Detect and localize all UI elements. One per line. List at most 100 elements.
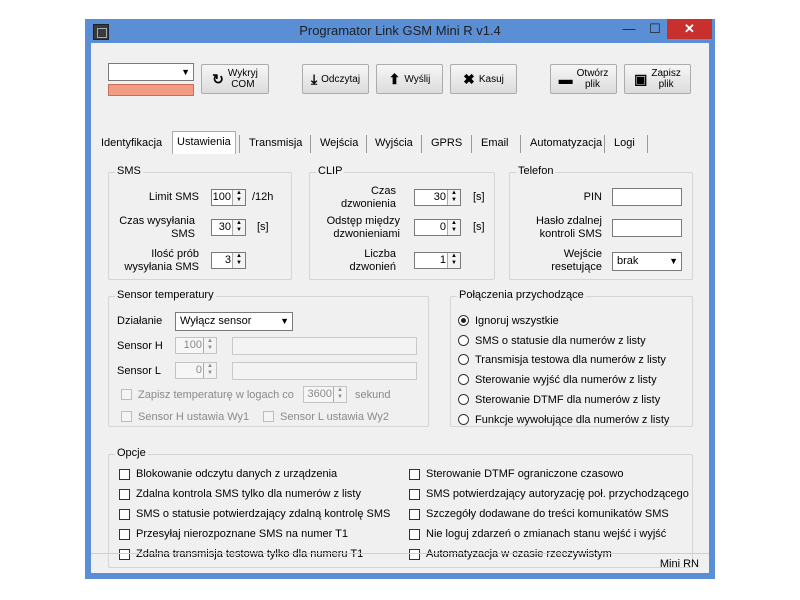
ring-time-spinner[interactable]: 30 ▲ ▼ (414, 189, 461, 206)
radio-status-sms-label: SMS o statusie dla numerów z listy (475, 335, 646, 347)
tab-separator (239, 135, 240, 153)
open-file-button[interactable]: ▬ Otwórz plik (550, 64, 617, 94)
spinner-arrows-icon[interactable]: ▲ ▼ (232, 220, 245, 235)
spinner-arrows-icon[interactable]: ▲ ▼ (203, 363, 216, 378)
sms-group: SMS Limit SMS 100 ▲ ▼ /12h Czas wysyłania… (108, 165, 292, 280)
com-status-indicator (108, 84, 194, 96)
radio-status-sms[interactable] (458, 335, 469, 346)
sensor-h-wy1-checkbox[interactable] (121, 411, 132, 422)
reset-input-select[interactable]: brak ▼ (612, 252, 682, 271)
tab-ustawienia[interactable]: Ustawienia (172, 131, 236, 154)
app-window: Programator Link GSM Mini R v1.4 — ☐ ✕ ▼… (85, 19, 715, 579)
ring-gap-label: Odstęp między dzwonieniami (326, 215, 400, 240)
ring-time-label: Czas dzwonienia (340, 185, 396, 210)
tab-transmisja[interactable]: Transmisja (245, 133, 306, 153)
radio-calling-functions[interactable] (458, 414, 469, 425)
options-title: Opcje (115, 447, 148, 459)
sensor-h-value: 100 (183, 339, 202, 351)
log-temperature-label: Zapisz temperaturę w logach co (138, 389, 294, 401)
ring-gap-unit: [s] (473, 221, 485, 233)
sensor-action-value: Wyłącz sensor (180, 315, 252, 327)
radio-dtmf-control[interactable] (458, 394, 469, 405)
sensor-action-select[interactable]: Wyłącz sensor ▼ (175, 312, 293, 331)
ring-time-unit: [s] (473, 191, 485, 203)
read-button[interactable]: ⤓ Odczytaj (302, 64, 369, 94)
tab-wejscia[interactable]: Wejścia (316, 133, 362, 153)
spinner-arrows-icon[interactable]: ▲ ▼ (447, 190, 460, 205)
refresh-icon: ↻ (212, 70, 224, 87)
option-checkbox[interactable] (409, 469, 420, 480)
tab-automatyzacja[interactable]: Automatyzacja (526, 133, 606, 153)
clip-group: CLIP Czas dzwonienia 30 ▲ ▼ [s] Odstęp mi… (309, 165, 495, 280)
save-file-button[interactable]: ▣ Zapisz plik (624, 64, 691, 94)
tab-wyjscia[interactable]: Wyjścia (371, 133, 417, 153)
maximize-button[interactable]: ☐ (642, 19, 668, 39)
sensor-l-wy2-checkbox[interactable] (263, 411, 274, 422)
ring-count-spinner[interactable]: 1 ▲ ▼ (414, 252, 461, 269)
log-temperature-checkbox[interactable] (121, 389, 132, 400)
ring-gap-spinner[interactable]: 0 ▲ ▼ (414, 219, 461, 236)
tries-spinner[interactable]: 3 ▲ ▼ (211, 252, 246, 269)
radio-ignore-all[interactable] (458, 315, 469, 326)
limit-sms-spinner[interactable]: 100 ▲ ▼ (211, 189, 246, 206)
temperature-sensor-title: Sensor temperatury (115, 289, 216, 301)
client-area: ▼ ↻ Wykryj COM ⤓ Odczytaj ⬆ Wyślij ✖ Kas… (91, 43, 709, 573)
spinner-arrows-icon[interactable]: ▲ ▼ (447, 220, 460, 235)
spinner-arrows-icon[interactable]: ▲ ▼ (203, 338, 216, 353)
sensor-h-spinner[interactable]: 100 ▲ ▼ (175, 337, 217, 354)
pin-input[interactable] (612, 188, 682, 206)
tab-separator (421, 135, 422, 153)
send-button[interactable]: ⬆ Wyślij (376, 64, 443, 94)
sensor-h-wy1-label: Sensor H ustawia Wy1 (138, 411, 250, 423)
delete-button[interactable]: ✖ Kasuj (450, 64, 517, 94)
option-checkbox[interactable] (409, 489, 420, 500)
sensor-h-text[interactable] (232, 337, 417, 355)
detect-com-label: Wykryj COM (227, 68, 258, 90)
save-file-label: Zapisz plik (651, 68, 681, 90)
spinner-arrows-icon[interactable]: ▲ ▼ (333, 387, 346, 402)
action-label: Działanie (117, 315, 163, 327)
tab-separator (647, 135, 648, 153)
tab-gprs[interactable]: GPRS (427, 133, 466, 153)
sensor-l-text[interactable] (232, 362, 417, 380)
ring-count-value: 1 (439, 254, 446, 266)
log-interval-value: 3600 (307, 388, 332, 400)
option-label: Sterowanie DTMF ograniczone czasowo (426, 468, 624, 480)
read-label: Odczytaj (321, 73, 361, 85)
radio-test-transmission[interactable] (458, 354, 469, 365)
detect-com-button[interactable]: ↻ Wykryj COM (201, 64, 269, 94)
tab-logi[interactable]: Logi (610, 133, 639, 153)
tab-identyfikacja[interactable]: Identyfikacja (97, 133, 166, 153)
radio-output-control[interactable] (458, 374, 469, 385)
tab-separator (604, 135, 605, 153)
com-port-select[interactable]: ▼ (108, 63, 194, 81)
save-icon: ▣ (634, 70, 648, 87)
spinner-arrows-icon[interactable]: ▲ ▼ (447, 253, 460, 268)
incoming-calls-title: Połączenia przychodzące (457, 289, 586, 301)
radio-dtmf-control-label: Sterowanie DTMF dla numerów z listy (475, 394, 661, 406)
option-checkbox[interactable] (119, 489, 130, 500)
option-checkbox[interactable] (409, 529, 420, 540)
spinner-arrows-icon[interactable]: ▲ ▼ (232, 253, 245, 268)
log-interval-spinner[interactable]: 3600 ▲ ▼ (303, 386, 347, 403)
open-file-label: Otwórz plik (576, 68, 609, 90)
delete-x-icon: ✖ (463, 70, 475, 87)
option-label: Zdalna kontrola SMS tylko dla numerów z … (136, 488, 361, 500)
temperature-sensor-group: Sensor temperatury Działanie Wyłącz sens… (108, 289, 429, 427)
send-time-value: 30 (218, 221, 231, 233)
sensor-l-spinner[interactable]: 0 ▲ ▼ (175, 362, 217, 379)
send-time-spinner[interactable]: 30 ▲ ▼ (211, 219, 246, 236)
options-group: Opcje Blokowanie odczytu danych z urządz… (108, 447, 693, 568)
tab-email[interactable]: Email (477, 133, 513, 153)
option-checkbox[interactable] (119, 469, 130, 480)
option-checkbox[interactable] (409, 509, 420, 520)
minimize-button[interactable]: — (616, 19, 642, 39)
close-button[interactable]: ✕ (667, 19, 712, 39)
remote-password-input[interactable] (612, 219, 682, 237)
upload-icon: ⬆ (388, 70, 401, 87)
radio-test-transmission-label: Transmisja testowa dla numerów z listy (475, 354, 666, 366)
spinner-arrows-icon[interactable]: ▲ ▼ (232, 190, 245, 205)
ring-count-label: Liczba dzwonień (349, 248, 396, 273)
option-checkbox[interactable] (119, 509, 130, 520)
option-checkbox[interactable] (119, 529, 130, 540)
